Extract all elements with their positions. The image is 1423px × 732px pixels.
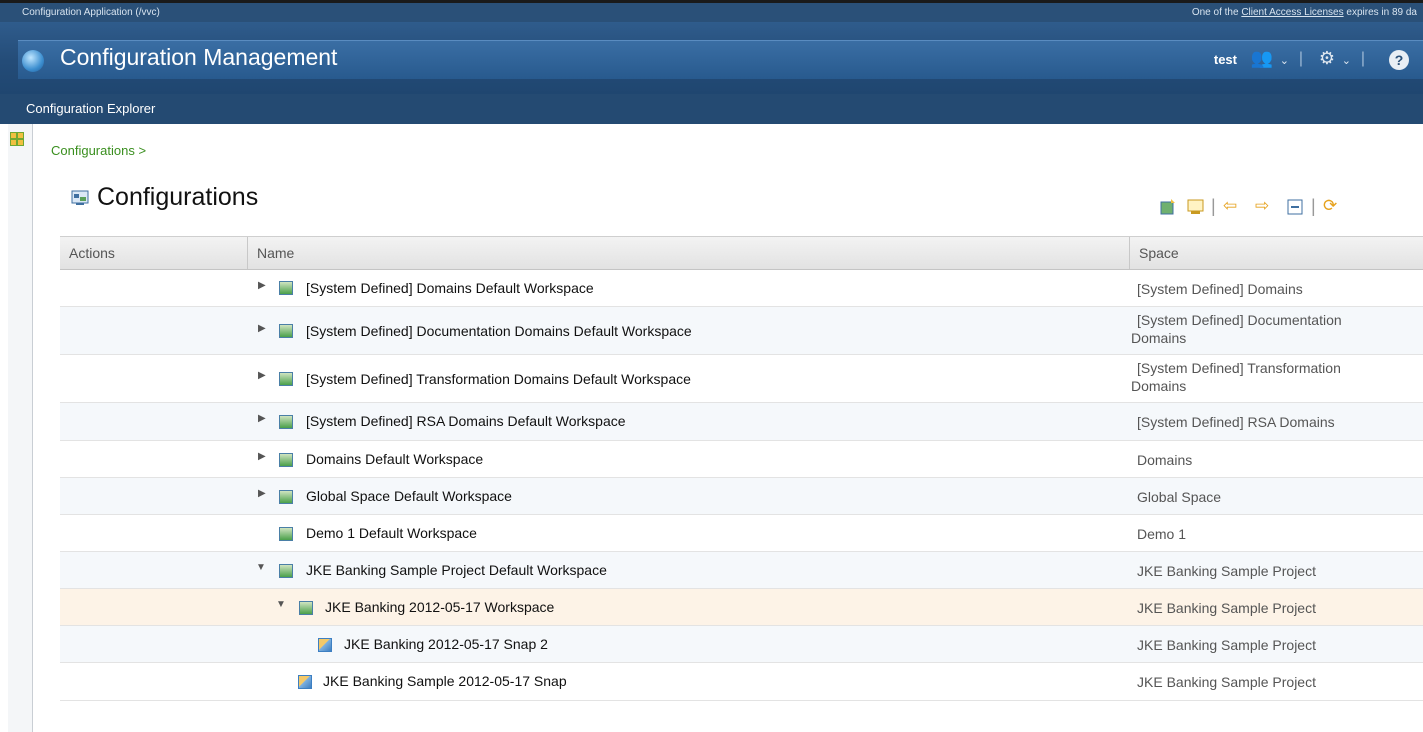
workspace-icon: [279, 564, 293, 578]
row-space: JKE Banking Sample Project: [1137, 563, 1316, 579]
expand-icon[interactable]: ▶: [258, 280, 266, 291]
app-title: Configuration Management: [60, 44, 338, 70]
row-name[interactable]: JKE Banking Sample Project Default Works…: [306, 562, 607, 578]
license-notice: One of the Client Access Licenses expire…: [1192, 7, 1417, 18]
collapse-icon[interactable]: ▼: [276, 599, 286, 610]
header-space[interactable]: Space: [1139, 245, 1179, 261]
row-name[interactable]: [System Defined] Documentation Domains D…: [306, 323, 692, 339]
row-space: [System Defined] Domains: [1137, 281, 1303, 297]
license-notice-prefix: One of the: [1191, 7, 1242, 18]
license-notice-suffix: expires in 89 da: [1343, 7, 1417, 18]
forward-arrow-icon[interactable]: ⇨: [1255, 196, 1269, 216]
table-row[interactable]: ▶ Domains Default Workspace Domains: [60, 441, 1423, 478]
page-title: Configurations: [97, 183, 259, 211]
snapshot-icon: [318, 638, 332, 652]
workspace-icon: [279, 490, 293, 504]
column-divider[interactable]: [247, 237, 248, 269]
expand-icon[interactable]: ▶: [258, 488, 266, 499]
expand-icon[interactable]: ▶: [258, 451, 266, 462]
workspace-icon: [279, 324, 293, 338]
row-space-line: Domains: [1131, 330, 1187, 346]
new-configuration-icon[interactable]: [1159, 198, 1177, 216]
gear-icon[interactable]: ⚙: [1319, 48, 1335, 69]
expand-icon[interactable]: ▶: [258, 413, 266, 424]
toolbar-divider: |: [1311, 196, 1316, 216]
users-chevron-icon[interactable]: ⌄: [1280, 54, 1289, 67]
table-row[interactable]: ▶ [System Defined] Documentation Domains…: [60, 307, 1423, 355]
collapse-all-icon[interactable]: [1287, 199, 1303, 215]
workspace-icon: [279, 453, 293, 467]
row-name[interactable]: Demo 1 Default Workspace: [306, 525, 477, 541]
row-name[interactable]: Global Space Default Workspace: [306, 488, 512, 504]
help-icon[interactable]: ?: [1389, 50, 1409, 70]
table-row[interactable]: ▶ Global Space Default Workspace Global …: [60, 478, 1423, 515]
users-icon[interactable]: 👥: [1251, 48, 1273, 69]
row-name[interactable]: [System Defined] RSA Domains Default Wor…: [306, 413, 626, 429]
toolbar-divider: |: [1211, 196, 1216, 216]
table-row[interactable]: ▼ JKE Banking Sample Project Default Wor…: [60, 552, 1423, 589]
row-space: JKE Banking Sample Project: [1137, 674, 1316, 690]
table-header: Actions Name Space: [60, 236, 1423, 270]
row-space: Global Space: [1137, 489, 1222, 505]
back-arrow-icon[interactable]: ⇦: [1223, 196, 1237, 216]
compare-icon[interactable]: [1187, 198, 1205, 216]
table-row[interactable]: JKE Banking 2012-05-17 Snap 2 JKE Bankin…: [60, 626, 1423, 663]
table-toolbar: | ⇦ ⇨ | ⟳: [1159, 196, 1389, 218]
expand-icon[interactable]: ▶: [258, 370, 266, 381]
table-row[interactable]: ▶ [System Defined] Transformation Domain…: [60, 355, 1423, 403]
row-name[interactable]: [System Defined] Transformation Domains …: [306, 371, 691, 387]
gear-chevron-icon[interactable]: ⌄: [1342, 54, 1351, 67]
refresh-icon[interactable]: ⟳: [1323, 196, 1337, 216]
configurations-icon: [71, 190, 89, 205]
row-name[interactable]: JKE Banking Sample 2012-05-17 Snap: [323, 673, 567, 689]
breadcrumb[interactable]: Configurations >: [51, 143, 146, 158]
app-path-label: Configuration Application (/vvc): [22, 7, 160, 18]
row-name[interactable]: JKE Banking 2012-05-17 Snap 2: [344, 636, 548, 652]
client-access-licenses-link[interactable]: Client Access Licenses: [1241, 7, 1343, 18]
row-space: Demo 1: [1137, 526, 1187, 542]
header-actions[interactable]: Actions: [69, 245, 115, 261]
table-row[interactable]: Demo 1 Default Workspace Demo 1: [60, 515, 1423, 552]
header-name[interactable]: Name: [257, 245, 294, 261]
workspace-icon: [279, 281, 293, 295]
configuration-explorer-tab[interactable]: Configuration Explorer: [26, 101, 155, 116]
row-name[interactable]: [System Defined] Domains Default Workspa…: [306, 280, 594, 296]
left-side-strip: [0, 124, 33, 732]
user-name[interactable]: test: [1214, 52, 1237, 67]
explorer-bar: Configuration Explorer: [0, 94, 1423, 124]
toolbar-divider: |: [1298, 50, 1303, 67]
table-row[interactable]: ▶ [System Defined] RSA Domains Default W…: [60, 403, 1423, 441]
grid-icon[interactable]: [10, 132, 24, 146]
row-space-line: [System Defined] Transformation: [1137, 360, 1341, 376]
row-space-line: Domains: [1131, 378, 1187, 394]
app-header-bar: Configuration Application (/vvc) One of …: [0, 0, 1423, 22]
row-space: [System Defined] Documentation Domains: [1131, 311, 1407, 347]
row-name[interactable]: JKE Banking 2012-05-17 Workspace: [325, 599, 554, 615]
row-space-line: [System Defined] Documentation: [1137, 312, 1342, 328]
column-divider[interactable]: [1129, 237, 1130, 269]
app-logo-icon: [22, 50, 44, 72]
workspace-icon: [279, 415, 293, 429]
user-area: test 👥 ⌄ | ⚙ ⌄ | ?: [1163, 48, 1423, 74]
row-space: [System Defined] Transformation Domains: [1131, 359, 1407, 395]
table-row[interactable]: ▶ [System Defined] Domains Default Works…: [60, 269, 1423, 307]
workspace-icon: [279, 527, 293, 541]
table-row[interactable]: JKE Banking Sample 2012-05-17 Snap JKE B…: [60, 663, 1423, 701]
table-row[interactable]: ▼ JKE Banking 2012-05-17 Workspace JKE B…: [60, 589, 1423, 626]
row-space: [System Defined] RSA Domains: [1137, 414, 1335, 430]
row-space: JKE Banking Sample Project: [1137, 637, 1316, 653]
workspace-icon: [279, 372, 293, 386]
expand-icon[interactable]: ▶: [258, 323, 266, 334]
toolbar-divider: |: [1360, 50, 1365, 67]
row-name[interactable]: Domains Default Workspace: [306, 451, 483, 467]
collapse-icon[interactable]: ▼: [256, 562, 266, 573]
snapshot-icon: [298, 675, 312, 689]
row-space: Domains: [1137, 452, 1193, 468]
workspace-icon: [299, 601, 313, 615]
row-space: JKE Banking Sample Project: [1137, 600, 1316, 616]
